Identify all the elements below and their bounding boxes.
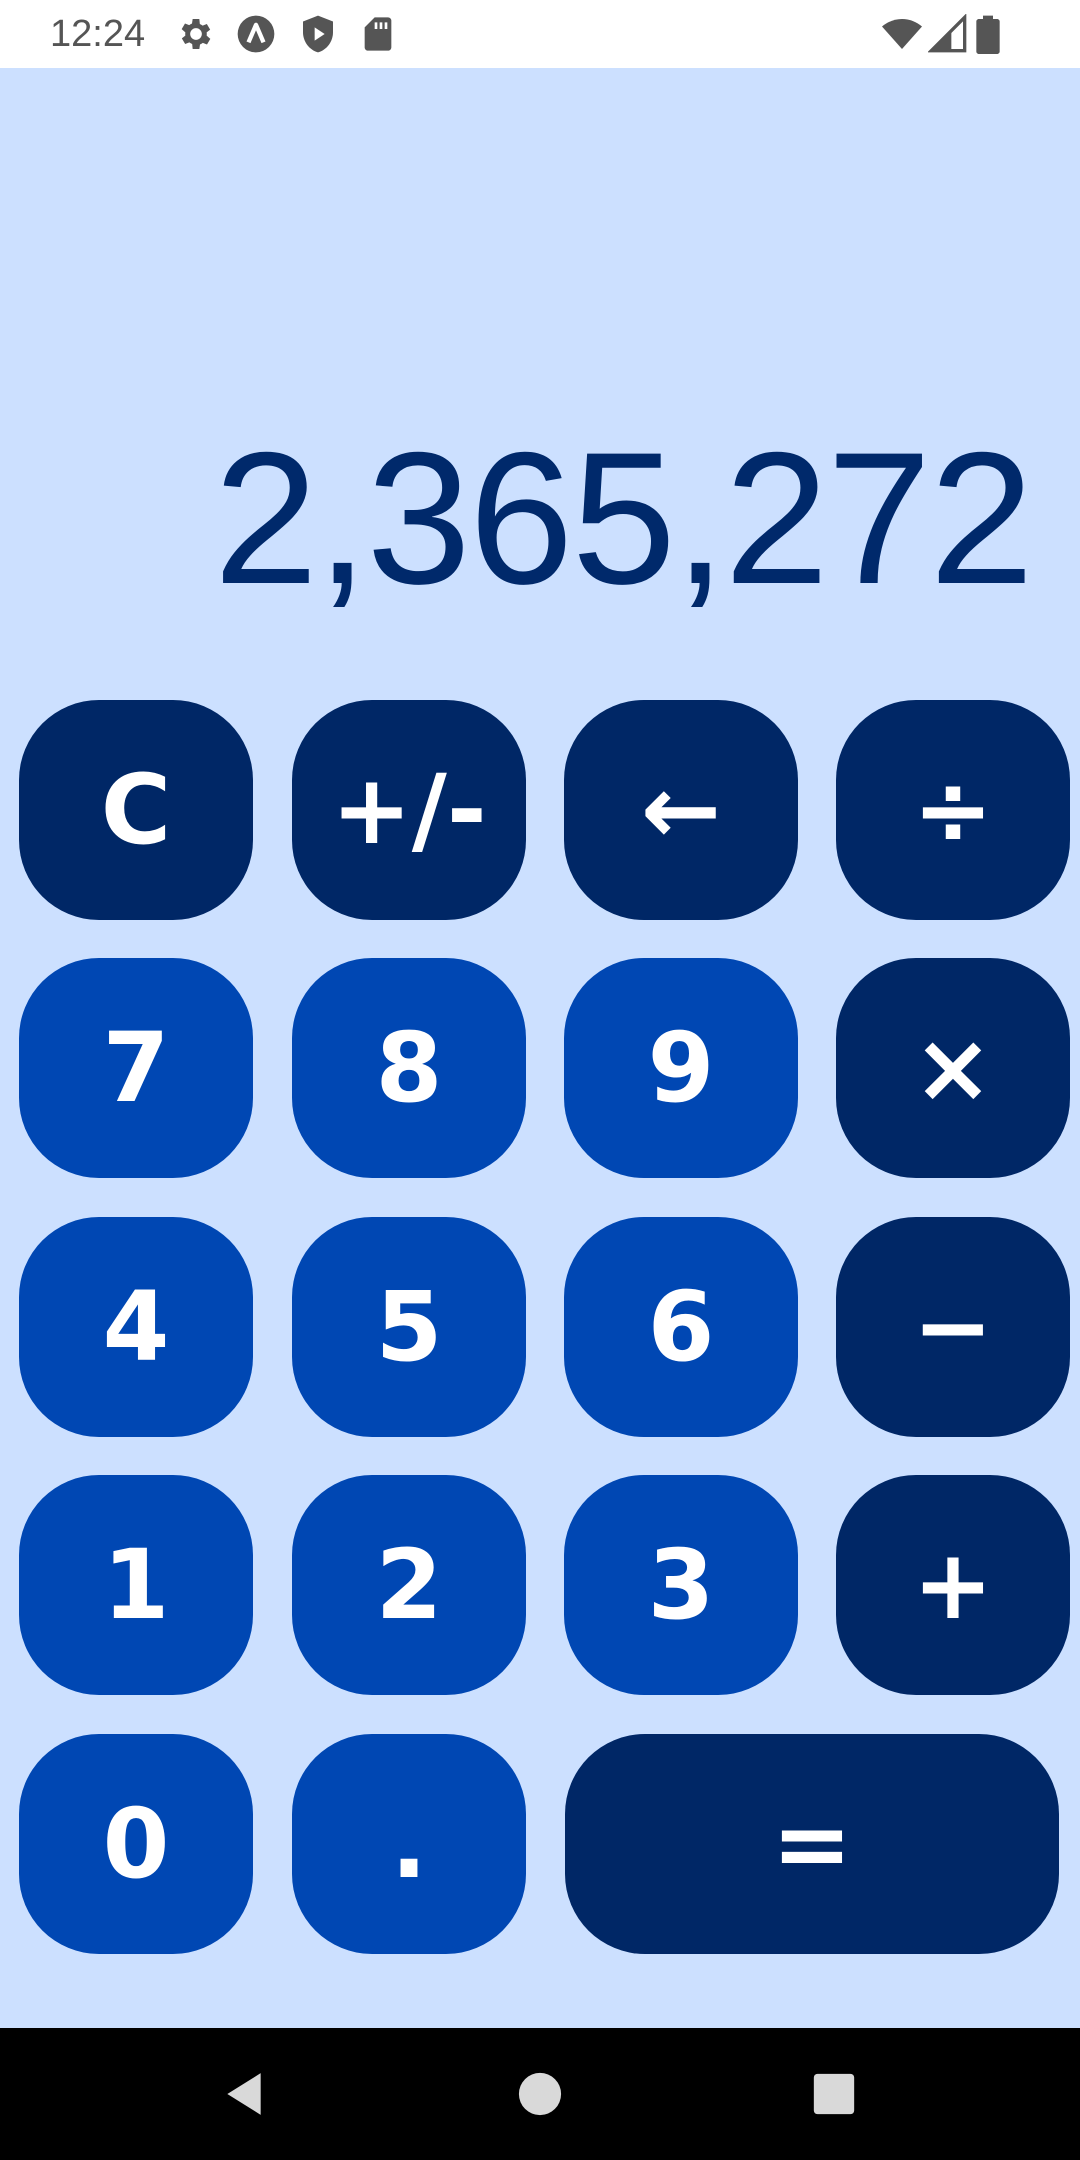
backspace-button[interactable]: ← <box>564 700 798 920</box>
result-display: 2,365,272 <box>213 413 1034 623</box>
gear-icon <box>176 14 216 54</box>
navigation-bar <box>0 2028 1080 2160</box>
digit-4-button[interactable]: 4 <box>19 1217 253 1437</box>
divide-button[interactable]: ÷ <box>836 700 1070 920</box>
equals-button[interactable]: = <box>565 1734 1059 1954</box>
status-time: 12:24 <box>50 13 146 55</box>
multiply-button[interactable]: × <box>836 958 1070 1178</box>
digit-5-button[interactable]: 5 <box>292 1217 526 1437</box>
battery-icon <box>976 14 1004 54</box>
digit-9-button[interactable]: 9 <box>564 958 798 1178</box>
digit-1-button[interactable]: 1 <box>19 1475 253 1695</box>
a-circle-icon <box>236 14 276 54</box>
digit-7-button[interactable]: 7 <box>19 958 253 1178</box>
recents-icon[interactable] <box>794 2054 874 2134</box>
play-shield-icon <box>298 14 338 54</box>
digit-0-button[interactable]: 0 <box>19 1734 253 1954</box>
sd-card-icon <box>358 14 398 54</box>
digit-8-button[interactable]: 8 <box>292 958 526 1178</box>
wifi-icon <box>880 14 924 54</box>
back-icon[interactable] <box>204 2054 284 2134</box>
calculator-app: 2,365,272 C +/- ← ÷ 7 8 9 × 4 5 6 − 1 2 … <box>0 68 1080 2028</box>
clear-button[interactable]: C <box>19 700 253 920</box>
home-icon[interactable] <box>500 2054 580 2134</box>
digit-6-button[interactable]: 6 <box>564 1217 798 1437</box>
status-bar: 12:24 <box>0 0 1080 68</box>
decimal-button[interactable]: . <box>292 1734 526 1954</box>
digit-3-button[interactable]: 3 <box>564 1475 798 1695</box>
subtract-button[interactable]: − <box>836 1217 1070 1437</box>
toggle-sign-button[interactable]: +/- <box>292 700 526 920</box>
digit-2-button[interactable]: 2 <box>292 1475 526 1695</box>
add-button[interactable]: + <box>836 1475 1070 1695</box>
signal-icon <box>928 14 968 54</box>
